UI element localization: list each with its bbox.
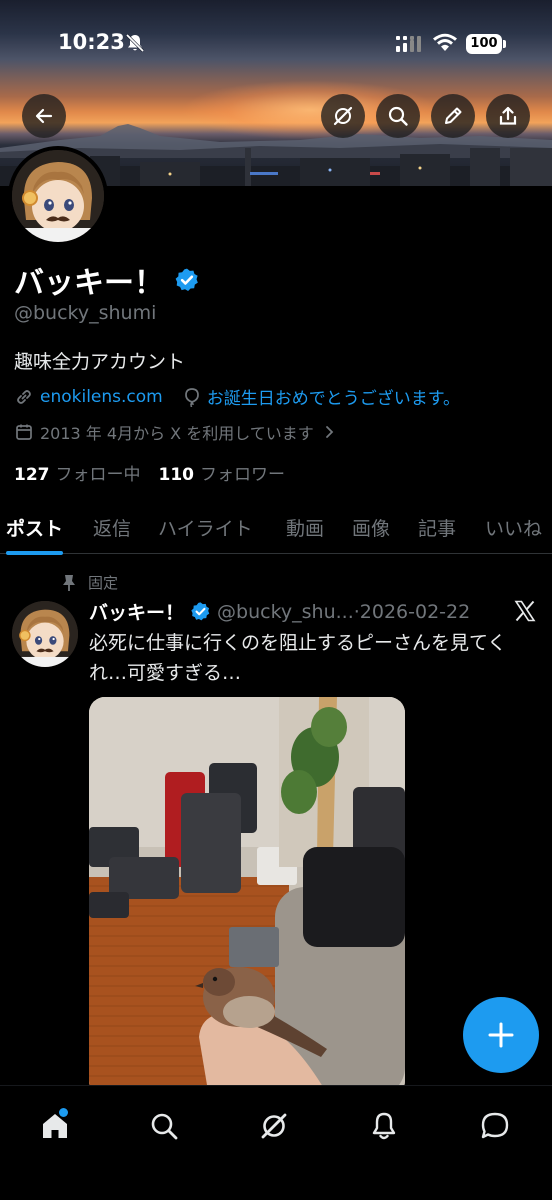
following-count: 127 xyxy=(14,465,50,485)
search-icon xyxy=(151,1113,178,1140)
compose-post-button[interactable] xyxy=(463,997,539,1073)
verified-badge-icon[interactable] xyxy=(174,267,200,293)
grok-icon xyxy=(261,1113,287,1139)
profile-avatar[interactable] xyxy=(8,146,108,246)
join-date-text: 2013 年 4月から X を利用しています xyxy=(40,424,314,443)
chevron-right-icon xyxy=(325,426,334,438)
nav-messages[interactable] xyxy=(473,1104,517,1148)
post-author-handle[interactable]: @bucky_shu... xyxy=(217,601,354,623)
tab-posts[interactable]: ポスト xyxy=(6,500,64,555)
profile-display-name: バッキー！ xyxy=(14,258,200,302)
post-text: 必死に仕事に行くのを阻止するピーさんを見てくれ…可愛すぎる… xyxy=(89,632,507,684)
plus-icon xyxy=(488,1022,514,1048)
follow-stats: 127 フォロー中 110 フォロワー xyxy=(14,460,285,485)
tab-articles[interactable]: 記事 xyxy=(418,500,456,554)
share-icon xyxy=(499,106,517,125)
silent-bell-icon xyxy=(125,33,145,53)
search-button[interactable] xyxy=(376,94,420,138)
grok-icon xyxy=(333,106,353,126)
nav-search[interactable] xyxy=(142,1104,186,1148)
messages-icon xyxy=(481,1112,509,1139)
tab-videos[interactable]: 動画 xyxy=(286,500,324,554)
post-header: バッキー！ @bucky_shu... · 2026-02-22 xyxy=(89,598,509,625)
wifi-icon xyxy=(433,33,457,51)
grok-button[interactable] xyxy=(321,94,365,138)
post-media-video[interactable] xyxy=(89,697,405,1097)
x-logo-icon[interactable] xyxy=(513,599,537,623)
profile-handle: @bucky_shumi xyxy=(14,302,157,324)
post-date[interactable]: 2026-02-22 xyxy=(360,601,470,623)
bottom-navigation xyxy=(0,1085,552,1200)
followers-link[interactable]: 110 フォロワー xyxy=(159,460,286,485)
birthday-message[interactable]: お誕生日おめでとうございます。 xyxy=(207,384,460,409)
followers-count: 110 xyxy=(158,465,195,485)
display-name-text: バッキー！ xyxy=(14,266,164,301)
verified-badge-icon xyxy=(191,602,210,621)
post-author-avatar[interactable] xyxy=(12,601,78,667)
search-icon xyxy=(388,106,408,126)
back-button[interactable] xyxy=(22,94,66,138)
post-author-name[interactable]: バッキー！ xyxy=(89,598,184,625)
new-content-dot xyxy=(59,1108,68,1117)
tab-images[interactable]: 画像 xyxy=(352,500,390,554)
calendar-icon xyxy=(16,424,32,440)
status-time: 10:23 xyxy=(58,30,125,54)
status-bar: 10:23 100 xyxy=(0,0,552,90)
profile-meta-row: enokilens.com お誕生日おめでとうございます。 xyxy=(14,384,460,409)
nav-notifications[interactable] xyxy=(362,1104,406,1148)
pin-icon xyxy=(63,574,75,591)
tab-highlights[interactable]: ハイライト xyxy=(158,500,253,554)
notifications-icon xyxy=(372,1112,396,1140)
nav-grok[interactable] xyxy=(252,1104,296,1148)
profile-website-link[interactable]: enokilens.com xyxy=(40,387,163,407)
battery-indicator: 100 xyxy=(466,34,502,54)
tab-replies[interactable]: 返信 xyxy=(93,500,131,554)
nav-home[interactable] xyxy=(33,1104,77,1148)
profile-tabs: ポスト 返信 ハイライト 動画 画像 記事 いいね xyxy=(0,500,552,555)
link-icon xyxy=(17,389,31,404)
followers-label: フォロワー xyxy=(200,465,285,485)
share-button[interactable] xyxy=(486,94,530,138)
profile-bio: 趣味全力アカウント xyxy=(14,351,186,373)
profile-join-date[interactable]: 2013 年 4月から X を利用しています xyxy=(14,420,338,444)
birthday-balloon-icon xyxy=(184,387,199,407)
following-link[interactable]: 127 フォロー中 xyxy=(14,460,141,485)
pinned-indicator: 固定 xyxy=(62,572,118,593)
following-label: フォロー中 xyxy=(55,465,141,485)
edit-profile-button[interactable] xyxy=(431,94,475,138)
back-icon xyxy=(35,108,53,124)
edit-icon xyxy=(445,107,462,124)
pinned-label: 固定 xyxy=(88,574,119,592)
cellular-signal-icon xyxy=(396,36,421,52)
tab-likes[interactable]: いいね xyxy=(485,500,542,554)
